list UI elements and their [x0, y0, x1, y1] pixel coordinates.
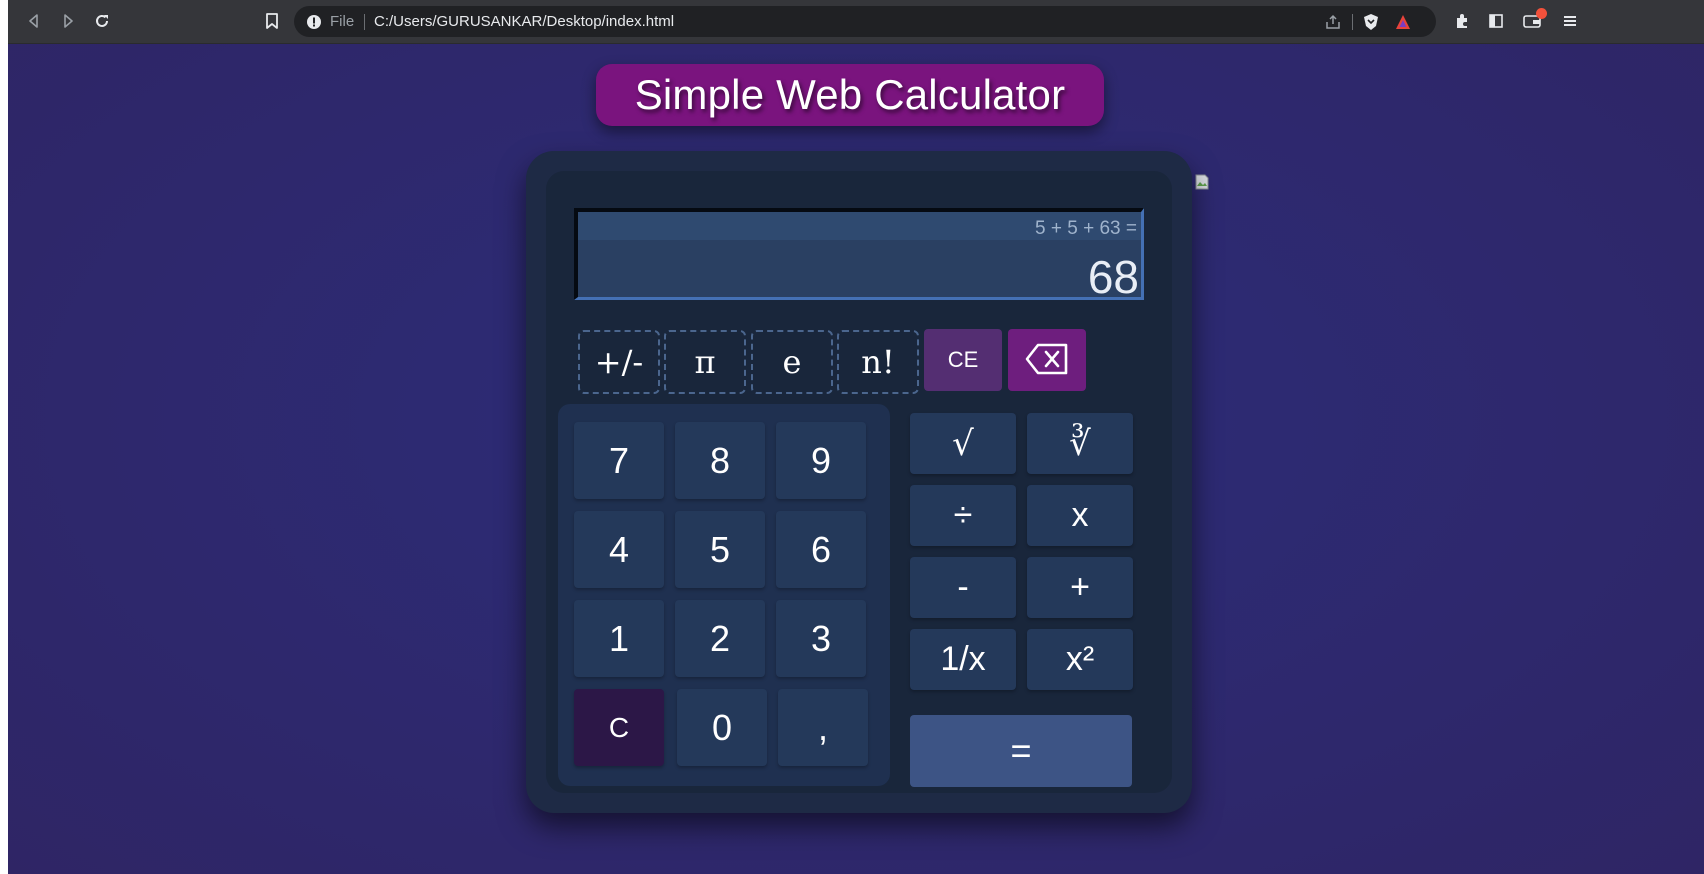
browser-window: File C:/Users/GURUSANKAR/Desktop/index.h… [8, 0, 1704, 874]
display-result: 68 [1087, 251, 1139, 303]
number-pad: 7 8 9 4 5 6 1 2 3 C 0 , [558, 404, 890, 786]
comma-button[interactable]: , [778, 689, 868, 766]
key-9[interactable]: 9 [776, 422, 866, 499]
page-title-banner: Simple Web Calculator [596, 64, 1104, 126]
cbrt-button[interactable]: ∛ [1027, 413, 1133, 474]
clear-button[interactable]: C [574, 689, 664, 766]
url-scheme-label: File [330, 13, 355, 30]
negate-button[interactable]: +/- [578, 330, 660, 394]
square-button[interactable]: x² [1027, 629, 1133, 690]
back-icon[interactable] [22, 9, 46, 33]
notification-badge [1536, 8, 1547, 19]
reload-icon[interactable] [90, 9, 114, 33]
key-4[interactable]: 4 [574, 511, 664, 588]
key-3[interactable]: 3 [776, 600, 866, 677]
subtract-button[interactable]: - [910, 557, 1016, 618]
address-bar[interactable]: File C:/Users/GURUSANKAR/Desktop/index.h… [294, 6, 1436, 37]
address-separator [1352, 14, 1353, 30]
page-content: Simple Web Calculator 5 + 5 + 63 = 68 +/… [8, 44, 1704, 874]
display-expression: 5 + 5 + 63 = [1035, 218, 1137, 239]
calculator: 5 + 5 + 63 = 68 +/- π e n! CE 7 8 9 4 5 … [526, 151, 1192, 813]
equals-button[interactable]: = [910, 715, 1132, 787]
menu-icon[interactable] [1558, 9, 1582, 33]
brave-shields-icon[interactable] [1362, 13, 1380, 36]
key-7[interactable]: 7 [574, 422, 664, 499]
calculator-panel: 5 + 5 + 63 = 68 +/- π e n! CE 7 8 9 4 5 … [546, 171, 1172, 793]
reciprocal-button[interactable]: 1/x [910, 629, 1016, 690]
key-2[interactable]: 2 [675, 600, 765, 677]
multiply-button[interactable]: x [1027, 485, 1133, 546]
euler-button[interactable]: e [751, 330, 833, 394]
key-1[interactable]: 1 [574, 600, 664, 677]
url-text[interactable]: C:/Users/GURUSANKAR/Desktop/index.html [374, 13, 674, 30]
key-0[interactable]: 0 [677, 689, 767, 766]
broken-image-icon [1195, 174, 1209, 190]
backspace-icon [1024, 342, 1070, 379]
key-8[interactable]: 8 [675, 422, 765, 499]
add-button[interactable]: + [1027, 557, 1133, 618]
info-icon[interactable] [306, 14, 322, 35]
brave-rewards-icon[interactable] [1394, 13, 1412, 36]
pi-button[interactable]: π [664, 330, 746, 394]
factorial-button[interactable]: n! [837, 330, 919, 394]
extensions-icon[interactable] [1450, 9, 1474, 33]
divide-button[interactable]: ÷ [910, 485, 1016, 546]
share-icon[interactable] [1324, 13, 1342, 36]
backspace-button[interactable] [1008, 329, 1086, 391]
key-5[interactable]: 5 [675, 511, 765, 588]
clear-entry-button[interactable]: CE [924, 329, 1002, 391]
sidebar-icon[interactable] [1484, 9, 1508, 33]
browser-toolbar: File C:/Users/GURUSANKAR/Desktop/index.h… [8, 0, 1704, 44]
forward-icon[interactable] [56, 9, 80, 33]
sqrt-button[interactable]: √ [910, 413, 1016, 474]
calculator-display: 5 + 5 + 63 = 68 [574, 208, 1144, 303]
bookmark-icon[interactable] [260, 9, 284, 33]
page-title: Simple Web Calculator [634, 71, 1066, 118]
key-6[interactable]: 6 [776, 511, 866, 588]
url-separator [364, 14, 365, 30]
